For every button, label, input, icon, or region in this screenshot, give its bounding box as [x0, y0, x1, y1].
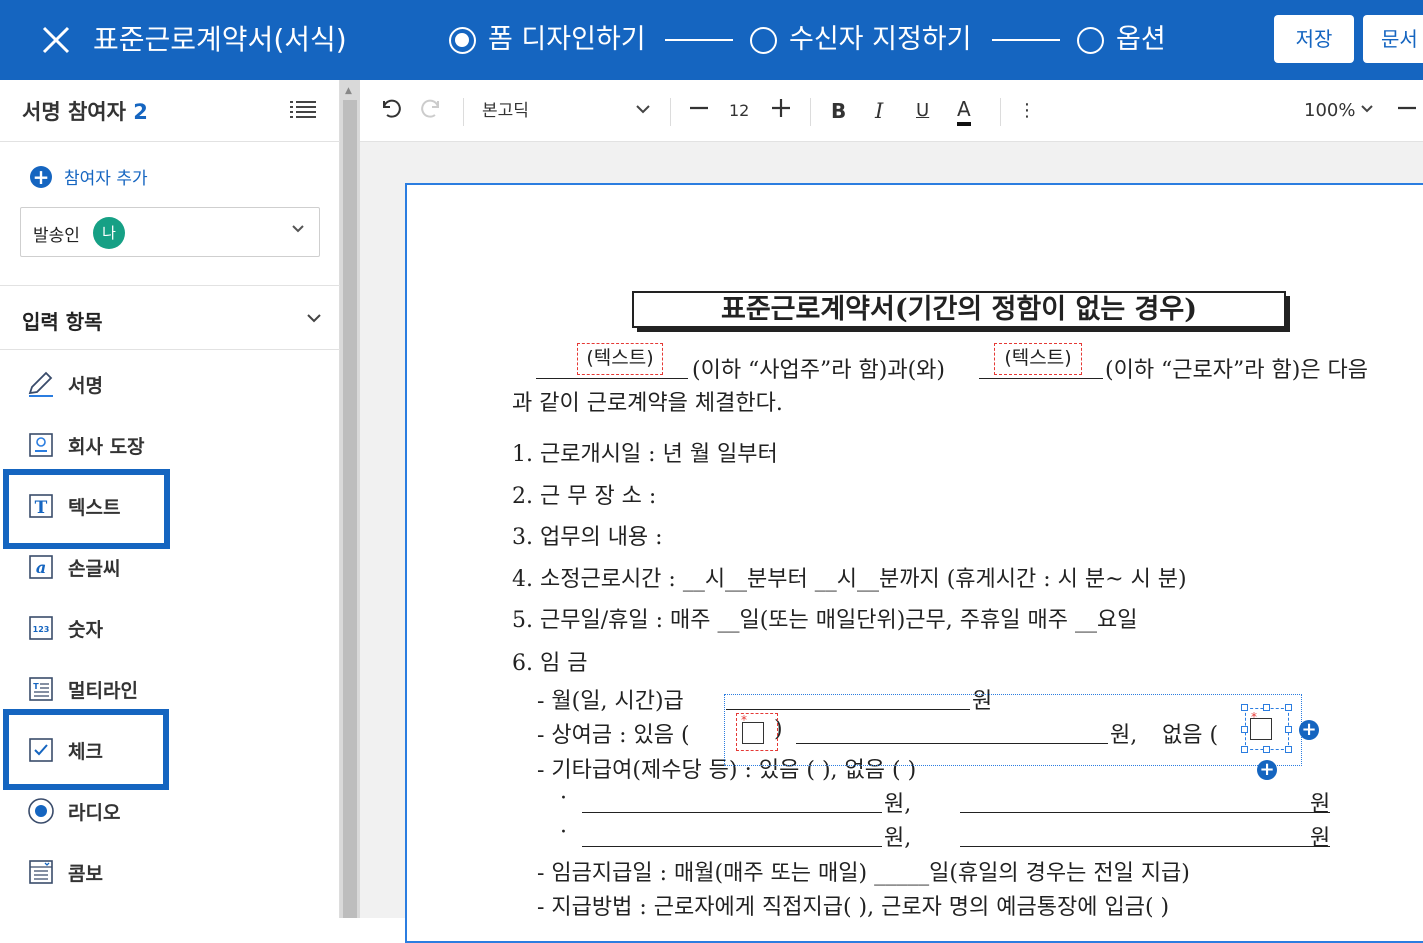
- chevron-down-icon: [306, 308, 322, 327]
- format-toolbar: 본고딕 12 B I U A ⋮ 100%: [360, 80, 1423, 142]
- undo-icon[interactable]: [378, 96, 402, 129]
- step-options[interactable]: 옵션: [1077, 20, 1166, 60]
- svg-text:123: 123: [33, 625, 50, 634]
- multiline-icon: T: [26, 674, 56, 704]
- step-label: 폼 디자인하기: [488, 24, 646, 55]
- scrollbar-thumb[interactable]: [343, 100, 357, 918]
- field-item-combo[interactable]: 콤보: [26, 852, 103, 892]
- intro-text: (이하 “근로자”라 함)은 다음: [1105, 358, 1369, 383]
- participants-header: 서명 참여자 2: [0, 80, 340, 142]
- field-item-handwriting[interactable]: a 손글씨: [26, 547, 120, 587]
- input-items-section[interactable]: 입력 항목: [0, 285, 340, 350]
- resize-handle[interactable]: [1263, 746, 1270, 753]
- clause-line: 6. 임 금: [512, 651, 588, 676]
- radio-icon: [26, 796, 56, 826]
- close-icon[interactable]: [40, 24, 72, 56]
- font-color-button[interactable]: A: [957, 96, 971, 126]
- minus-icon[interactable]: [688, 96, 710, 129]
- combo-icon: [26, 857, 56, 887]
- bold-button[interactable]: B: [831, 96, 846, 126]
- resize-handle[interactable]: [1263, 704, 1270, 711]
- underline-button[interactable]: U: [916, 96, 929, 126]
- plus-circle-icon: +: [30, 165, 52, 188]
- field-item-company-stamp[interactable]: 회사 도장: [26, 425, 145, 465]
- wage-line: - 월(일, 시간)급: [537, 689, 684, 714]
- add-checkbox-right-icon[interactable]: +: [1299, 720, 1319, 740]
- field-item-signature[interactable]: 서명: [26, 364, 103, 404]
- plus-icon[interactable]: [770, 96, 792, 129]
- chevron-down-icon[interactable]: [1360, 96, 1374, 129]
- section-title: 입력 항목: [22, 310, 103, 334]
- resize-handle[interactable]: [1241, 704, 1248, 711]
- step-connector: [992, 39, 1060, 41]
- text-field[interactable]: (텍스트): [994, 343, 1082, 375]
- top-bar: 표준근로계약서(서식) 폼 디자인하기 수신자 지정하기 옵션 저장 문서: [0, 0, 1423, 80]
- chevron-down-icon: [291, 222, 305, 238]
- required-mark: *: [741, 713, 747, 727]
- clause-line: 3. 업무의 내용 :: [512, 525, 663, 550]
- scroll-up-icon[interactable]: ▲: [345, 86, 352, 96]
- step-active-icon: [449, 26, 476, 54]
- participants-count: 2: [133, 100, 148, 124]
- payday-line: - 임금지급일 : 매월(매주 또는 매일) _____일(휴일의 경우는 전일…: [537, 861, 1190, 886]
- font-size-value[interactable]: 12: [729, 96, 749, 126]
- zoom-out-icon[interactable]: [1396, 96, 1418, 129]
- resize-handle[interactable]: [1285, 726, 1292, 733]
- clause-line: 2. 근 무 장 소 :: [512, 484, 657, 509]
- step-inactive-icon: [750, 26, 777, 54]
- document-button[interactable]: 문서: [1363, 15, 1423, 63]
- avatar: 나: [93, 217, 125, 249]
- svg-text:T: T: [33, 682, 39, 691]
- redo-icon[interactable]: [420, 96, 444, 129]
- more-options-icon[interactable]: ⋮: [1018, 96, 1036, 126]
- number-icon: 123: [26, 613, 56, 643]
- font-select[interactable]: 본고딕: [482, 96, 529, 126]
- intro-text: (이하 “사업주”라 함)과(와): [692, 358, 945, 383]
- chevron-down-icon[interactable]: [635, 96, 651, 129]
- participants-label: 서명 참여자: [22, 100, 126, 124]
- participant-select[interactable]: 발송인 나: [20, 207, 320, 257]
- add-checkbox-below-icon[interactable]: +: [1257, 760, 1277, 780]
- field-item-radio[interactable]: 라디오: [26, 791, 120, 831]
- save-button[interactable]: 저장: [1274, 15, 1354, 63]
- clause-line: 1. 근로개시일 : 년 월 일부터: [512, 442, 778, 467]
- highlight-text-item: [3, 469, 170, 549]
- document-heading: 표준근로계약서(기간의 정함이 없는 경우): [632, 291, 1290, 332]
- step-recipients[interactable]: 수신자 지정하기: [750, 20, 971, 60]
- clause-line: 4. 소정근로시간 : __시__분부터 __시__분까지 (휴게시간 : 시 …: [512, 567, 1187, 592]
- checkbox-group-selection[interactable]: [724, 694, 1302, 766]
- add-participant-button[interactable]: + 참여자 추가: [30, 164, 148, 189]
- field-item-number[interactable]: 123 숫자: [26, 608, 103, 648]
- resize-handle[interactable]: [1241, 746, 1248, 753]
- resize-handle[interactable]: [1285, 704, 1292, 711]
- clause-line: 5. 근무일/휴일 : 매주 __일(또는 매일단위)근무, 주휴일 매주 __…: [512, 608, 1138, 633]
- italic-button[interactable]: I: [875, 96, 883, 126]
- step-label: 옵션: [1116, 24, 1166, 55]
- step-label: 수신자 지정하기: [789, 24, 972, 55]
- highlight-check-item: [3, 709, 169, 790]
- resize-handle[interactable]: [1241, 726, 1248, 733]
- pay-method-line: - 지급방법 : 근로자에게 직접지급( ), 근로자 명의 예금통장에 입금(…: [537, 895, 1170, 920]
- sender-label: 발송인: [33, 226, 80, 246]
- svg-text:a: a: [36, 558, 46, 577]
- step-inactive-icon: [1077, 26, 1104, 54]
- document-title: 표준근로계약서(서식): [93, 23, 347, 56]
- step-connector: [665, 39, 733, 41]
- resize-handle[interactable]: [1285, 746, 1292, 753]
- text-field[interactable]: (텍스트): [577, 343, 663, 375]
- list-icon[interactable]: [290, 100, 316, 120]
- handwriting-icon: a: [26, 552, 56, 582]
- add-participant-label: 참여자 추가: [64, 169, 148, 189]
- field-item-multiline[interactable]: T 멀티라인: [26, 669, 138, 709]
- zoom-select[interactable]: 100%: [1304, 96, 1355, 126]
- pen-icon: [26, 369, 56, 399]
- intro-text: 과 같이 근로계약을 체결한다.: [512, 391, 783, 416]
- required-mark: *: [1251, 710, 1257, 724]
- bonus-line: - 상여금 : 있음 (: [537, 723, 690, 748]
- step-form-design[interactable]: 폼 디자인하기: [449, 20, 646, 60]
- stamp-icon: [26, 430, 56, 460]
